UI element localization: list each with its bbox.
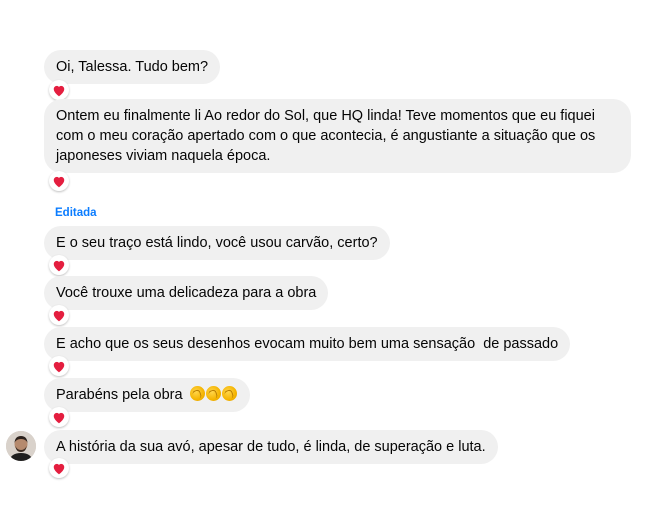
- heart-reaction[interactable]: [49, 255, 69, 275]
- edited-label: Editada: [55, 207, 97, 219]
- message-bubble[interactable]: Você trouxe uma delicadeza para a obra: [44, 276, 329, 310]
- heart-reaction[interactable]: [49, 458, 69, 478]
- clapping-hands-icon: [221, 386, 237, 401]
- message-bubble[interactable]: E o seu traço está lindo, você usou carv…: [44, 226, 390, 260]
- heart-icon: [53, 176, 65, 187]
- message-bubble[interactable]: A história da sua avó, apesar de tudo, é…: [44, 430, 498, 464]
- heart-icon: [53, 412, 65, 423]
- heart-reaction[interactable]: [49, 171, 69, 191]
- heart-reaction[interactable]: [49, 356, 69, 376]
- clapping-hands-emoji: [189, 385, 238, 405]
- heart-reaction[interactable]: [49, 80, 69, 100]
- message-text: E acho que os seus desenhos evocam muito…: [56, 336, 559, 352]
- heart-reaction[interactable]: [49, 407, 69, 427]
- heart-icon: [53, 361, 65, 372]
- message-bubble[interactable]: Parabéns pela obra: [44, 378, 250, 412]
- message-text: Você trouxe uma delicadeza para a obra: [56, 285, 317, 301]
- heart-reaction[interactable]: [49, 305, 69, 325]
- message-text: Parabéns pela obra: [56, 387, 183, 403]
- message-text: A história da sua avó, apesar de tudo, é…: [56, 439, 486, 455]
- clapping-hands-icon: [189, 386, 205, 401]
- avatar-photo-icon: [6, 431, 36, 461]
- clapping-hands-icon: [205, 386, 221, 401]
- heart-icon: [53, 310, 65, 321]
- heart-icon: [53, 260, 65, 271]
- message-bubble[interactable]: Oi, Talessa. Tudo bem?: [44, 50, 221, 84]
- message-text: E o seu traço está lindo, você usou carv…: [56, 235, 378, 251]
- message-text: Oi, Talessa. Tudo bem?: [56, 59, 209, 75]
- avatar[interactable]: [6, 431, 36, 461]
- heart-icon: [53, 85, 65, 96]
- message-bubble[interactable]: E acho que os seus desenhos evocam muito…: [44, 327, 571, 361]
- message-bubble[interactable]: Ontem eu finalmente li Ao redor do Sol, …: [44, 99, 631, 173]
- message-text: Ontem eu finalmente li Ao redor do Sol, …: [56, 108, 596, 164]
- heart-icon: [53, 463, 65, 474]
